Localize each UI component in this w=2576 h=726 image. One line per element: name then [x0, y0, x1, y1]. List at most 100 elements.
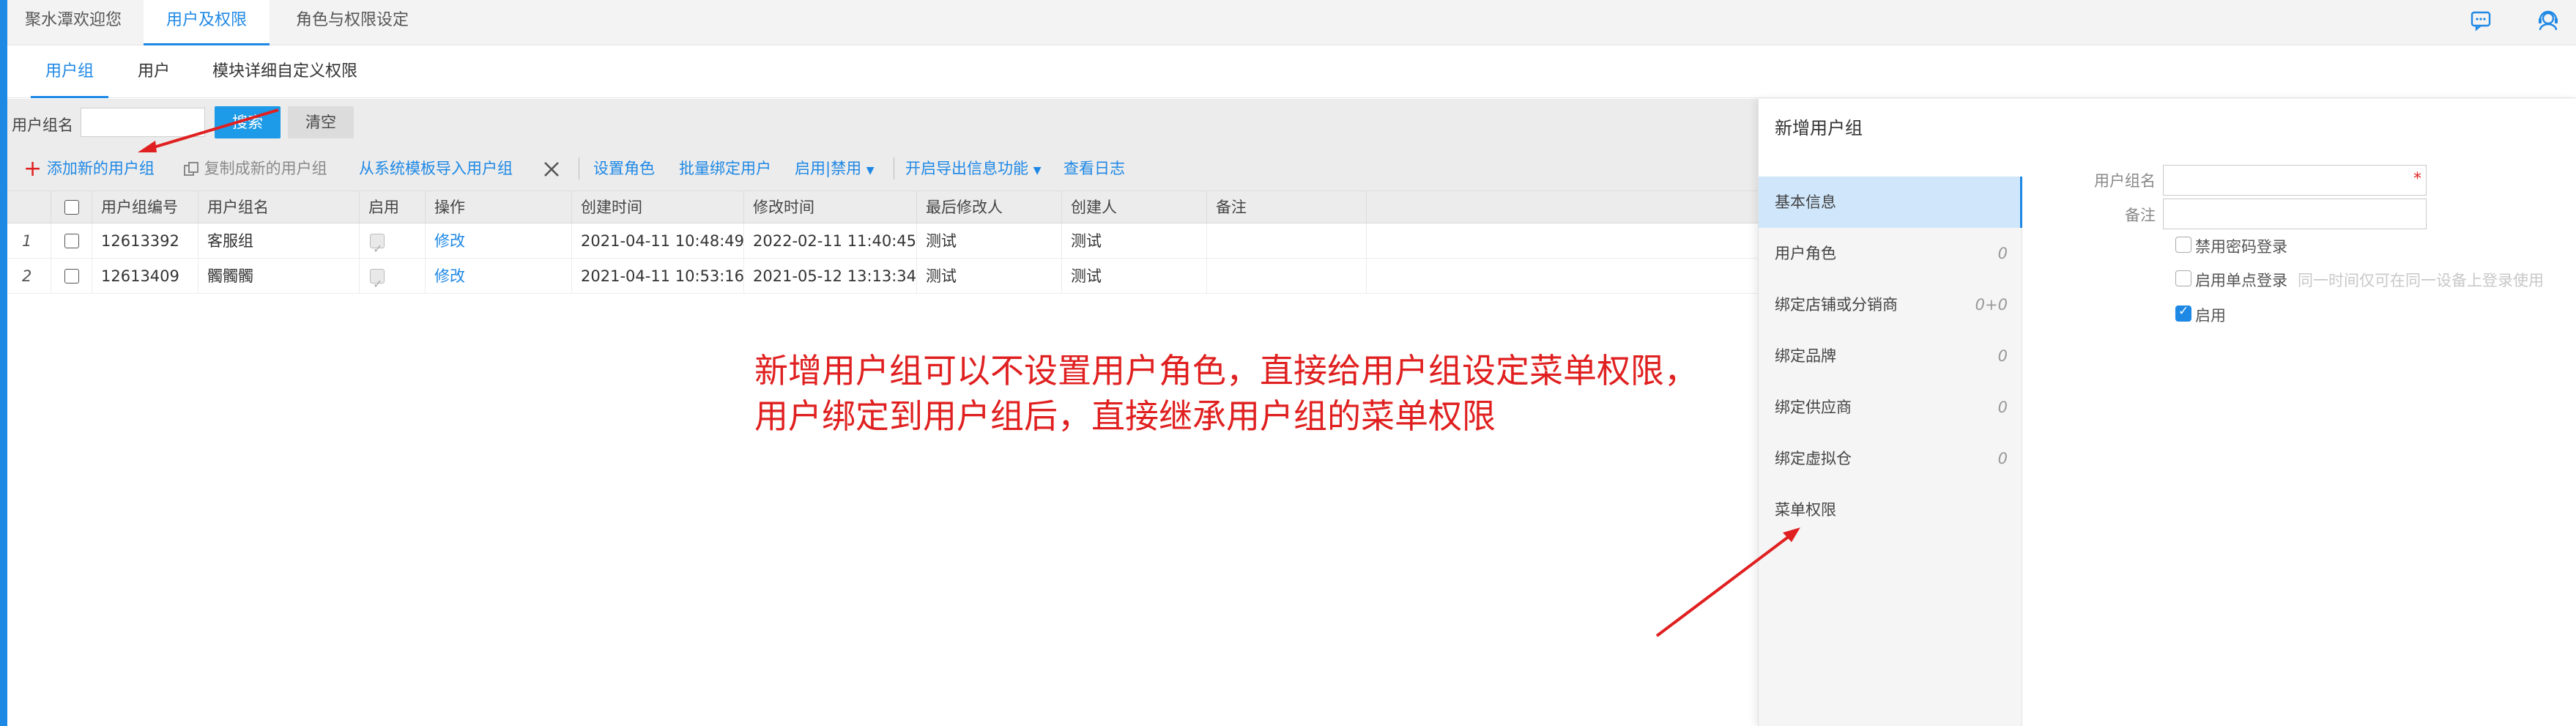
header-index: [7, 191, 51, 223]
enabled-checkbox: [370, 231, 385, 267]
tab-roles-permissions[interactable]: 角色与权限设定: [275, 0, 429, 45]
cell-created: 2021-04-11 10:53:16: [572, 259, 744, 294]
table-header: 用户组编号 用户组名 启用 操作 创建时间 修改时间 最后修改人 创建人 备注: [7, 191, 1758, 223]
copy-icon: [183, 160, 204, 177]
enabled-checkbox: [370, 267, 385, 302]
nav-label: 绑定品牌: [1775, 347, 1836, 365]
cell-modifier: 测试: [917, 259, 1062, 294]
single-login-checkbox[interactable]: [2175, 270, 2191, 286]
nav-count: 0+0: [1975, 296, 2008, 314]
caret-down-icon: ▼: [866, 165, 875, 177]
header-modified[interactable]: 修改时间: [744, 191, 917, 223]
tab-module-permissions[interactable]: 模块详细自定义权限: [201, 45, 369, 98]
tab-user-groups[interactable]: 用户组: [31, 45, 108, 98]
add-group-button[interactable]: + 添加新的用户组: [23, 146, 155, 191]
panel-title: 新增用户组: [1775, 118, 1863, 138]
tab-users[interactable]: 用户: [125, 45, 183, 98]
annotation-line-2: 用户绑定到用户组后，直接继承用户组的菜单权限: [754, 396, 1496, 436]
group-name-label: 用户组名: [2094, 172, 2156, 190]
edit-link[interactable]: 修改: [426, 223, 572, 259]
remark-input[interactable]: [2163, 199, 2427, 229]
nav-count: 0: [1997, 245, 2008, 262]
header-created[interactable]: 创建时间: [572, 191, 744, 223]
cell-enabled: [360, 259, 426, 302]
nav-bind-suppliers[interactable]: 绑定供应商 0: [1759, 382, 2022, 433]
single-login-label: 启用单点登录: [2195, 272, 2287, 289]
required-asterisk: *: [2413, 170, 2421, 188]
nav-bind-shops[interactable]: 绑定店铺或分销商 0+0: [1759, 279, 2022, 330]
set-role-button[interactable]: 设置角色: [593, 146, 655, 191]
cell-remark: [1207, 223, 1367, 259]
search-button[interactable]: 搜索: [215, 106, 281, 138]
select-all-checkbox[interactable]: [64, 200, 79, 215]
row-checkbox[interactable]: [64, 234, 79, 248]
cell-remark: [1207, 259, 1367, 294]
disable-password-checkbox[interactable]: [2175, 237, 2191, 253]
chat-icon[interactable]: [2468, 7, 2494, 34]
group-name-search-input[interactable]: [81, 108, 205, 137]
support-agent-icon[interactable]: [2535, 7, 2561, 34]
enable-disable-dropdown[interactable]: 启用|禁用 ▼: [795, 146, 875, 191]
nav-label: 用户角色: [1775, 245, 1836, 262]
caret-down-icon: ▼: [1033, 165, 1042, 177]
cell-group-id: 12613409: [92, 259, 198, 294]
header-remark[interactable]: 备注: [1207, 191, 1367, 223]
search-label: 用户组名: [12, 116, 73, 134]
tab-users-permissions[interactable]: 用户及权限: [144, 0, 270, 45]
cell-group-name: 客服组: [198, 223, 360, 259]
nav-basic-info[interactable]: 基本信息: [1759, 177, 2022, 228]
bind-users-button[interactable]: 批量绑定用户: [679, 146, 771, 191]
panel-nav: 基本信息 用户角色 0 绑定店铺或分销商 0+0 绑定品牌 0 绑定供应商 0 …: [1759, 177, 2022, 726]
export-dropdown[interactable]: 开启导出信息功能 ▼: [905, 146, 1041, 191]
table-row[interactable]: 1 12613392 客服组 修改 2021-04-11 10:48:49 20…: [7, 223, 1758, 267]
delete-icon[interactable]: [542, 146, 561, 191]
header-last-modifier[interactable]: 最后修改人: [917, 191, 1062, 223]
row-select: [51, 259, 92, 294]
nav-user-roles[interactable]: 用户角色 0: [1759, 228, 2022, 279]
cell-group-name: 髑髑髑: [198, 259, 360, 294]
clear-button[interactable]: 清空: [288, 106, 354, 138]
enable-label: 启用: [2195, 307, 2226, 325]
nav-count: 0: [1997, 450, 2008, 467]
cell-modified: 2022-02-11 11:40:45: [744, 223, 917, 259]
annotation-note: 新增用户组可以不设置用户角色，直接给用户组设定菜单权限， 用户绑定到用户组后，直…: [754, 348, 1698, 439]
row-checkbox[interactable]: [64, 269, 79, 284]
nav-count: 0: [1997, 347, 2008, 365]
tab-welcome[interactable]: 聚水潭欢迎您: [7, 0, 139, 45]
new-group-panel: 新增用户组 基本信息 用户角色 0 绑定店铺或分销商 0+0 绑定品牌 0 绑定…: [1758, 99, 2576, 726]
nav-label: 基本信息: [1775, 193, 1836, 211]
left-accent-bar: [0, 0, 7, 726]
nav-label: 绑定虚拟仓: [1775, 450, 1852, 467]
edit-link[interactable]: 修改: [426, 259, 572, 294]
header-group-id[interactable]: 用户组编号: [92, 191, 198, 223]
cell-group-id: 12613392: [92, 223, 198, 259]
nav-bind-brands[interactable]: 绑定品牌 0: [1759, 330, 2022, 382]
header-group-name[interactable]: 用户组名: [198, 191, 360, 223]
header-select-all: [51, 191, 92, 223]
header-enabled[interactable]: 启用: [360, 191, 426, 223]
search-bar: 用户组名 搜索 清空: [7, 99, 1758, 146]
nav-count: 0: [1997, 399, 2008, 416]
cell-modifier: 测试: [917, 223, 1062, 259]
row-select: [51, 223, 92, 259]
toolbar: + 添加新的用户组 复制成新的用户组 从系统模板导入用户组 设置角色 批量绑定用…: [7, 146, 1758, 191]
single-login-hint: 同一时间仅可在同一设备上登录使用: [2298, 272, 2544, 289]
group-name-input[interactable]: *: [2163, 165, 2427, 196]
nav-label: 菜单权限: [1775, 501, 1836, 519]
export-label: 开启导出信息功能: [905, 160, 1028, 177]
top-tab-bar: 聚水潭欢迎您 用户及权限 角色与权限设定: [7, 0, 2576, 45]
enable-checkbox[interactable]: [2175, 304, 2191, 322]
copy-group-button[interactable]: 复制成新的用户组: [183, 146, 327, 191]
cell-enabled: [360, 223, 426, 267]
cell-created: 2021-04-11 10:48:49: [572, 223, 744, 259]
nav-bind-virtual-warehouse[interactable]: 绑定虚拟仓 0: [1759, 433, 2022, 484]
header-action[interactable]: 操作: [426, 191, 572, 223]
view-log-button[interactable]: 查看日志: [1064, 146, 1125, 191]
add-group-label: 添加新的用户组: [46, 160, 155, 177]
nav-label: 绑定供应商: [1775, 399, 1852, 416]
table-row[interactable]: 2 12613409 髑髑髑 修改 2021-04-11 10:53:16 20…: [7, 259, 1758, 302]
header-creator[interactable]: 创建人: [1062, 191, 1207, 223]
nav-menu-permissions[interactable]: 菜单权限: [1759, 484, 2022, 536]
import-template-button[interactable]: 从系统模板导入用户组: [359, 146, 513, 191]
enable-disable-label: 启用|禁用: [795, 160, 862, 177]
